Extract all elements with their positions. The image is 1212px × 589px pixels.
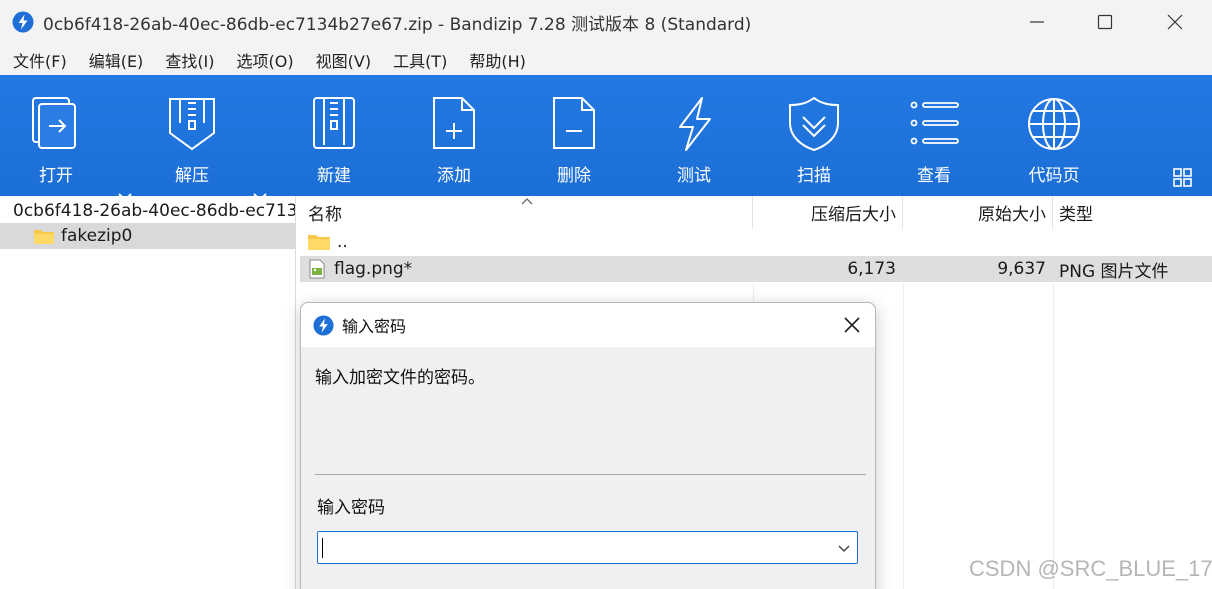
password-dialog: 输入密码 输入加密文件的密码。 输入密码 [300,302,876,589]
scan-button[interactable]: 扫描 [764,75,864,196]
minimize-icon [1030,21,1044,23]
chevron-down-icon[interactable] [837,541,851,555]
add-file-icon [433,97,475,149]
file-name: flag.png* [334,259,413,279]
bandizip-icon [313,314,334,336]
extract-button[interactable]: 解压 [142,75,242,196]
folder-icon [34,229,54,244]
file-type-cell [1053,229,1212,255]
scan-label: 扫描 [797,166,831,186]
column-type[interactable]: 类型 [1053,196,1212,229]
menu-edit[interactable]: 编辑(E) [78,48,155,72]
close-icon [1167,14,1183,30]
new-archive-label: 新建 [317,166,351,186]
add-button[interactable]: 添加 [404,75,504,196]
title-bar: 0cb6f418-26ab-40ec-86db-ec7134b27e67.zip… [0,0,1212,44]
list-view-icon [910,101,959,145]
column-divider [1053,283,1054,589]
column-header: 名称 压缩后大小 原始大小 类型 [300,196,1212,229]
file-compressed-cell: 6,173 [847,259,896,279]
window-title: 0cb6f418-26ab-40ec-86db-ec7134b27e67.zip… [43,14,752,35]
menu-options[interactable]: 选项(O) [226,48,305,72]
test-button[interactable]: 测试 [644,75,744,196]
open-icon [32,97,76,149]
extract-label: 解压 [175,166,209,186]
menu-file[interactable]: 文件(F) [0,48,78,72]
shield-icon [789,96,839,152]
watermark-text: CSDN @SRC_BLUE_17 [969,556,1212,581]
column-divider [903,283,904,589]
text-cursor [322,538,323,558]
column-name-label: 名称 [308,205,342,225]
tree-root-item[interactable]: ZIP 0cb6f418-26ab-40ec-86db-ec7134b27e67… [0,198,295,224]
delete-file-icon [553,97,595,149]
menu-help[interactable]: 帮助(H) [458,48,537,72]
codepage-button[interactable]: 代码页 [1004,75,1104,196]
tree-folder-item[interactable]: fakezip0 [0,223,295,249]
view-button[interactable]: 查看 [884,75,984,196]
dialog-title: 输入密码 [342,317,407,336]
dialog-close-button[interactable] [839,312,865,338]
view-label: 查看 [917,166,951,186]
close-icon [844,317,860,333]
column-name[interactable]: 名称 [300,196,753,229]
file-original-cell: 9,637 [997,259,1046,279]
dialog-title-bar: 输入密码 [301,303,875,347]
menu-find[interactable]: 查找(I) [154,48,225,72]
sort-ascending-icon [521,198,533,205]
png-file-icon [309,259,325,279]
menu-view[interactable]: 视图(V) [305,48,382,72]
file-name: .. [337,232,348,252]
dialog-message: 输入加密文件的密码。 [315,368,485,388]
tree-root-label: 0cb6f418-26ab-40ec-86db-ec7134b27e67.zip [13,201,295,221]
maximize-icon [1097,14,1113,30]
column-compressed-size[interactable]: 压缩后大小 [753,196,903,229]
column-compressed-label: 压缩后大小 [811,205,896,225]
layout-grid-icon[interactable] [1172,167,1194,189]
file-compressed-cell [753,229,903,255]
delete-label: 删除 [557,166,591,186]
password-label: 输入密码 [317,498,385,518]
codepage-label: 代码页 [1028,166,1080,186]
file-name-cell: flag.png* [300,256,753,282]
file-row[interactable]: flag.png* 6,173 9,637 PNG 图片文件 [300,256,1212,282]
extract-icon [169,98,215,151]
globe-icon [1028,98,1080,150]
file-type-cell: PNG 图片文件 [1059,261,1169,282]
maximize-button[interactable] [1070,0,1140,44]
lightning-icon [679,97,711,151]
folder-tree: ZIP 0cb6f418-26ab-40ec-86db-ec7134b27e67… [0,196,296,589]
dialog-separator [315,474,866,475]
menu-bar: 文件(F) 编辑(E) 查找(I) 选项(O) 视图(V) 工具(T) 帮助(H… [0,44,1212,75]
password-input[interactable] [320,534,825,561]
menu-tools[interactable]: 工具(T) [382,48,458,72]
add-label: 添加 [437,166,471,186]
new-archive-button[interactable]: 新建 [284,75,384,196]
open-label: 打开 [39,166,73,186]
bandizip-icon [12,11,34,33]
file-name-cell: .. [300,229,753,255]
folder-up-icon [308,235,330,250]
minimize-button[interactable] [1002,0,1072,44]
new-archive-icon [313,97,355,149]
password-combobox[interactable] [317,531,858,564]
toolbar: 打开 解压 新建 添加 删除 测试 扫描 查看 代码页 [0,75,1212,202]
open-button[interactable]: 打开 [6,75,106,196]
tree-folder-label: fakezip0 [61,226,133,246]
file-row[interactable]: .. [300,229,1212,255]
column-type-label: 类型 [1059,205,1093,225]
column-original-size[interactable]: 原始大小 [903,196,1053,229]
column-original-label: 原始大小 [978,205,1046,225]
file-original-cell [903,229,1053,255]
close-button[interactable] [1140,0,1210,44]
delete-button[interactable]: 删除 [524,75,624,196]
test-label: 测试 [677,166,711,186]
